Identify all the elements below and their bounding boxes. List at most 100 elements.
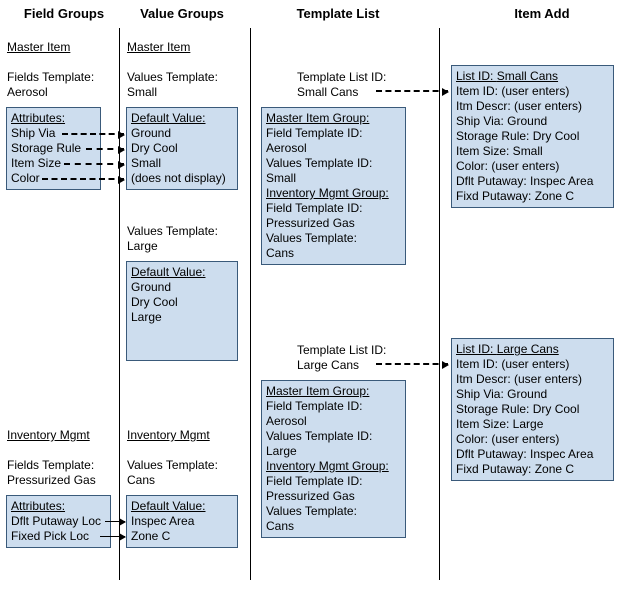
item-add-box-large-cans: List ID: Large Cans Item ID: (user enter… [451, 338, 614, 481]
default-value-header-1: Default Value: [131, 111, 233, 126]
section-inventory-mgmt-col2: Inventory Mgmt [127, 428, 210, 442]
values-template-id-label-1: Values Template ID: [266, 156, 401, 171]
separator-1 [119, 28, 120, 580]
arrow-color [42, 178, 124, 180]
attributes-header-2: Attributes: [11, 499, 106, 514]
fields-template-pressurized: Pressurized Gas [7, 473, 96, 487]
val-dry-cool-1: Dry Cool [131, 141, 233, 156]
arrow-storage-rule [86, 148, 124, 150]
dflt-putaway-line-1: Dflt Putaway: Inspec Area [456, 174, 609, 189]
fields-template-label-1: Fields Template: [7, 70, 94, 84]
fixd-putaway-line-2: Fixd Putaway: Zone C [456, 462, 609, 477]
fields-template-label-2: Fields Template: [7, 458, 94, 472]
val-dry-cool-2: Dry Cool [131, 295, 233, 310]
ship-via-line-2: Ship Via: Ground [456, 387, 609, 402]
template-list-id-label-1: Template List ID: [297, 70, 386, 84]
values-template-label-1: Values Template: [127, 70, 218, 84]
item-id-line-1: Item ID: (user enters) [456, 84, 609, 99]
col-header-template-list: Template List [288, 6, 388, 21]
fields-template-aerosol: Aerosol [7, 85, 48, 99]
values-template-cans-2: Cans [266, 519, 401, 534]
field-template-aerosol-1: Aerosol [266, 141, 401, 156]
val-ground-2: Ground [131, 280, 233, 295]
field-template-id-label-3: Field Template ID: [266, 399, 401, 414]
arrow-ship-via [62, 133, 124, 135]
default-value-box-cans: Default Value: Inspec Area Zone C [126, 495, 238, 548]
field-template-pressurized-1: Pressurized Gas [266, 216, 401, 231]
field-template-aerosol-2: Aerosol [266, 414, 401, 429]
item-size-line-2: Item Size: Large [456, 417, 609, 432]
val-does-not-display: (does not display) [131, 171, 233, 186]
val-inspec-area: Inspec Area [131, 514, 233, 529]
fixd-putaway-line-1: Fixd Putaway: Zone C [456, 189, 609, 204]
values-template-large-2: Large [266, 444, 401, 459]
inventory-mgmt-group-hdr-2: Inventory Mgmt Group: [266, 459, 401, 474]
values-template-label-5: Values Template: [266, 504, 401, 519]
item-size-line-1: Item Size: Small [456, 144, 609, 159]
storage-rule-line-2: Storage Rule: Dry Cool [456, 402, 609, 417]
values-template-label-4: Values Template: [266, 231, 401, 246]
itm-descr-line-2: Itm Descr: (user enters) [456, 372, 609, 387]
val-ground-1: Ground [131, 126, 233, 141]
arrow-large-cans [376, 363, 448, 365]
template-list-id-large-cans: Large Cans [297, 358, 359, 372]
default-value-header-2: Default Value: [131, 265, 233, 280]
template-list-id-label-2: Template List ID: [297, 343, 386, 357]
arrow-small-cans [376, 90, 448, 92]
default-value-box-large: Default Value: Ground Dry Cool Large [126, 261, 238, 361]
values-template-cans: Cans [127, 473, 155, 487]
val-small: Small [131, 156, 233, 171]
attributes-header: Attributes: [11, 111, 96, 126]
list-id-small-cans: List ID: Small Cans [456, 69, 609, 84]
master-item-group-hdr-1: Master Item Group: [266, 111, 401, 126]
attr-storage-rule: Storage Rule [11, 141, 96, 156]
storage-rule-line-1: Storage Rule: Dry Cool [456, 129, 609, 144]
dflt-putaway-line-2: Dflt Putaway: Inspec Area [456, 447, 609, 462]
list-id-label-1: List ID: [456, 69, 497, 83]
section-master-item-col1: Master Item [7, 40, 70, 54]
color-line-2: Color: (user enters) [456, 432, 609, 447]
section-master-item-col2: Master Item [127, 40, 190, 54]
val-zone-c: Zone C [131, 529, 233, 544]
field-template-id-label-4: Field Template ID: [266, 474, 401, 489]
item-add-box-small-cans: List ID: Small Cans Item ID: (user enter… [451, 65, 614, 208]
attr-fixed-pick-loc: Fixed Pick Loc [11, 529, 106, 544]
arrow-item-size [64, 163, 124, 165]
list-id-value-small-cans: Small Cans [497, 69, 558, 83]
arrow-dflt-putaway [105, 521, 125, 522]
values-template-large: Large [127, 239, 158, 253]
attributes-box-pressurized: Attributes: Dflt Putaway Loc Fixed Pick … [6, 495, 111, 548]
template-box-small-cans: Master Item Group: Field Template ID: Ae… [261, 107, 406, 265]
default-value-header-3: Default Value: [131, 499, 233, 514]
values-template-label-3: Values Template: [127, 458, 218, 472]
field-template-id-label-1: Field Template ID: [266, 126, 401, 141]
values-template-small: Small [127, 85, 157, 99]
list-id-large-cans: List ID: Large Cans [456, 342, 609, 357]
separator-3 [439, 28, 440, 580]
ship-via-line-1: Ship Via: Ground [456, 114, 609, 129]
col-header-value-groups: Value Groups [132, 6, 232, 21]
list-id-label-2: List ID: [456, 342, 497, 356]
values-template-id-label-2: Values Template ID: [266, 429, 401, 444]
template-list-id-small-cans: Small Cans [297, 85, 358, 99]
col-header-item-add: Item Add [502, 6, 582, 21]
values-template-small-1: Small [266, 171, 401, 186]
default-value-box-small: Default Value: Ground Dry Cool Small (do… [126, 107, 238, 190]
col-header-field-groups: Field Groups [14, 6, 114, 21]
list-id-value-large-cans: Large Cans [497, 342, 559, 356]
section-inventory-mgmt-col1: Inventory Mgmt [7, 428, 90, 442]
field-template-id-label-2: Field Template ID: [266, 201, 401, 216]
values-template-label-2: Values Template: [127, 224, 218, 238]
diagram-canvas: Field Groups Value Groups Template List … [0, 0, 627, 590]
item-id-line-2: Item ID: (user enters) [456, 357, 609, 372]
val-large: Large [131, 310, 233, 325]
itm-descr-line-1: Itm Descr: (user enters) [456, 99, 609, 114]
attr-dflt-putaway-loc: Dflt Putaway Loc [11, 514, 106, 529]
template-box-large-cans: Master Item Group: Field Template ID: Ae… [261, 380, 406, 538]
color-line-1: Color: (user enters) [456, 159, 609, 174]
separator-2 [250, 28, 251, 580]
field-template-pressurized-2: Pressurized Gas [266, 489, 401, 504]
master-item-group-hdr-2: Master Item Group: [266, 384, 401, 399]
values-template-cans-1: Cans [266, 246, 401, 261]
arrow-fixed-pick [100, 536, 125, 537]
